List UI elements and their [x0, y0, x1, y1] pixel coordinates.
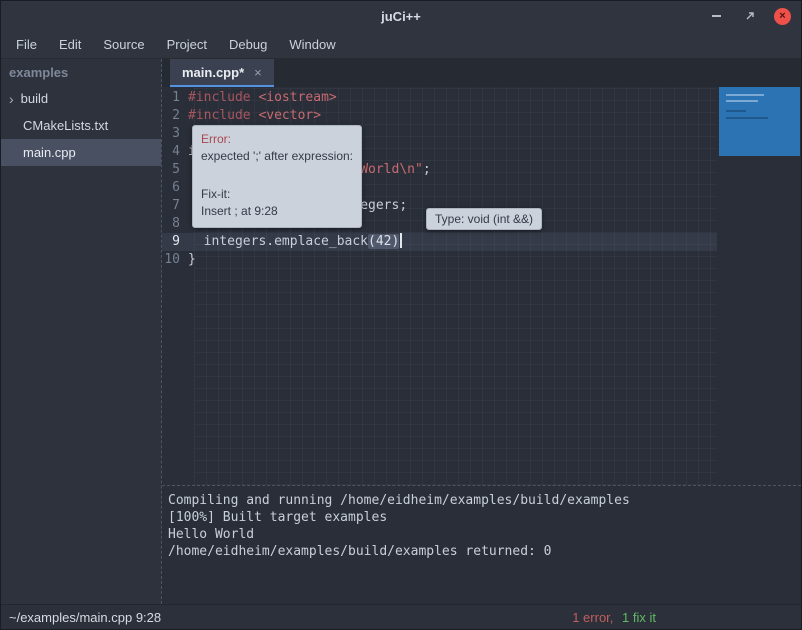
error-message: expected ';' after expression:: [201, 148, 353, 165]
code-line-2[interactable]: 2#include <vector>: [162, 107, 717, 125]
line-number: 7: [162, 197, 188, 215]
terminal-line: [100%] Built target examples: [168, 509, 801, 526]
code-token: ;: [423, 162, 431, 177]
tree-item-label: main.cpp: [23, 145, 76, 160]
content-area: examples › build CMakeLists.txt main.cpp ma…: [1, 59, 801, 604]
menu-file[interactable]: File: [5, 31, 48, 58]
minimap-line: [726, 110, 746, 112]
tree-item-label: CMakeLists.txt: [23, 118, 108, 133]
tab-label: main.cpp*: [182, 65, 244, 80]
error-label: Error:: [201, 131, 353, 148]
tree-item-main.cpp[interactable]: main.cpp: [1, 139, 161, 166]
editor-column: main.cpp* × 1#include <iostream>2#includ…: [161, 59, 801, 604]
app-window: juCi++ × FileEditSourceProjectDebugWindo…: [0, 0, 802, 630]
minimize-icon[interactable]: [708, 8, 725, 25]
error-count: 1 error,: [572, 610, 613, 625]
code-token: #include: [188, 108, 258, 123]
menu-project[interactable]: Project: [156, 31, 218, 58]
code-line-1[interactable]: 1#include <iostream>: [162, 89, 717, 107]
code-line-9[interactable]: 9 integers.emplace_back(42): [162, 233, 717, 251]
line-content: #include <vector>: [188, 107, 321, 125]
source-map: [717, 87, 801, 485]
code-editor[interactable]: 1#include <iostream>2#include <vector>34…: [162, 87, 801, 485]
code-line-10[interactable]: 10}: [162, 251, 717, 269]
line-number: 4: [162, 143, 188, 161]
tree-item-build[interactable]: › build: [1, 85, 161, 112]
tree-item-CMakeLists.txt[interactable]: CMakeLists.txt: [1, 112, 161, 139]
terminal-line: Hello World: [168, 526, 801, 543]
source-map-slider[interactable]: [719, 87, 800, 156]
menubar: FileEditSourceProjectDebugWindow: [1, 31, 801, 59]
project-name: examples: [1, 59, 161, 85]
menu-edit[interactable]: Edit: [48, 31, 92, 58]
menu-debug[interactable]: Debug: [218, 31, 278, 58]
line-content: integers.emplace_back(42): [188, 233, 402, 251]
line-number: 8: [162, 215, 188, 233]
line-number: 1: [162, 89, 188, 107]
minimap-line: [726, 117, 768, 119]
fixit-count: 1 fix it: [622, 610, 656, 625]
tabbar: main.cpp* ×: [162, 59, 801, 87]
code-token: <iostream>: [258, 90, 336, 105]
text-cursor: [400, 233, 402, 248]
line-number: 10: [162, 251, 188, 269]
tree-item-label: build: [21, 91, 48, 106]
line-content: #include <iostream>: [188, 89, 337, 107]
line-number: 6: [162, 179, 188, 197]
tab-main-cpp[interactable]: main.cpp* ×: [170, 59, 274, 87]
menu-window[interactable]: Window: [278, 31, 346, 58]
diagnostic-summary: 1 error, 1 fix it: [572, 610, 656, 625]
file-tree-panel: examples › build CMakeLists.txt main.cpp: [1, 59, 161, 604]
type-tooltip: Type: void (int &&): [426, 208, 542, 230]
minimap-line: [726, 94, 764, 96]
statusbar: ~/examples/main.cpp 9:28 1 error, 1 fix …: [1, 604, 801, 629]
titlebar: juCi++ ×: [1, 1, 801, 31]
terminal-line: /home/eidheim/examples/build/examples re…: [168, 543, 801, 560]
code-token: (42): [368, 234, 399, 249]
tab-close-icon[interactable]: ×: [254, 65, 262, 80]
menu-source[interactable]: Source: [92, 31, 155, 58]
minimap-line: [726, 100, 758, 102]
terminal-output: Compiling and running /home/eidheim/exam…: [162, 485, 801, 604]
chevron-right-icon: ›: [9, 92, 14, 106]
line-number: 2: [162, 107, 188, 125]
code-token: integers.emplace_back: [188, 234, 368, 249]
diagnostic-tooltip: Error: expected ';' after expression: Fi…: [192, 125, 362, 228]
restore-arrow-icon: [744, 10, 756, 22]
line-number: 5: [162, 161, 188, 179]
line-content: }: [188, 251, 196, 269]
code-token: }: [188, 252, 196, 267]
code-token: <vector>: [258, 108, 321, 123]
code-token: #include: [188, 90, 258, 105]
restore-icon[interactable]: [741, 8, 758, 25]
cursor-location: ~/examples/main.cpp 9:28: [9, 610, 161, 625]
close-icon[interactable]: ×: [774, 8, 791, 25]
line-number: 3: [162, 125, 188, 143]
window-title: juCi++: [381, 9, 421, 24]
terminal-line: Compiling and running /home/eidheim/exam…: [168, 492, 801, 509]
fixit-label: Fix-it:: [201, 186, 353, 203]
window-controls: ×: [708, 1, 791, 31]
file-tree: › build CMakeLists.txt main.cpp: [1, 85, 161, 166]
fixit-message: Insert ; at 9:28: [201, 203, 353, 220]
line-number: 9: [162, 233, 188, 251]
